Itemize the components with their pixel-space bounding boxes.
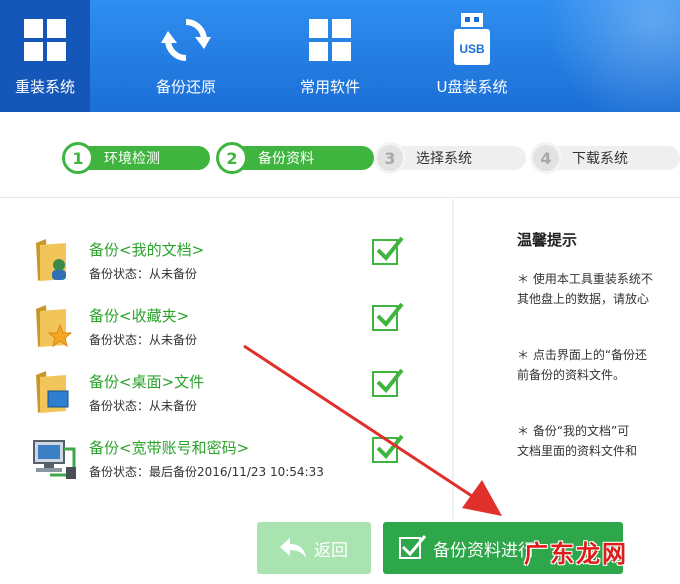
nav-label: 常用软件 bbox=[299, 78, 360, 96]
step-backup-data: 2 备份资料 bbox=[216, 142, 374, 174]
tip-line: 文档里面的资料文件和 bbox=[517, 444, 638, 458]
backup-item-list: 备份<我的文档> 备份状态：从未备份 备份<收藏夹> 备份状态：从未备份 备份<… bbox=[0, 199, 450, 509]
back-arrow-icon bbox=[280, 538, 306, 558]
windows-icon bbox=[19, 14, 71, 66]
tips-title: 温馨提示 bbox=[517, 231, 578, 249]
usb-icon: USB bbox=[446, 13, 498, 66]
step-download-system: 4 下载系统 bbox=[530, 142, 680, 174]
backup-item-status: 备份状态：从未备份 bbox=[89, 333, 198, 347]
nav-sheen-decoration bbox=[500, 0, 680, 112]
nav-item-reinstall-system[interactable]: 重装系统 bbox=[0, 0, 90, 112]
checkmark-icon bbox=[376, 302, 404, 327]
nav-label: U盘装系统 bbox=[436, 78, 508, 96]
tip-line: ＊ 使用本工具重装系统不 bbox=[517, 272, 653, 286]
step-number: 3 bbox=[374, 142, 406, 174]
step-label: 下载系统 bbox=[572, 151, 628, 167]
checkbox-icon bbox=[399, 535, 427, 559]
backup-data-button-label: 备份资料进行 bbox=[433, 540, 535, 561]
watermark-text: 广东龙网 bbox=[524, 540, 628, 568]
backup-item-favorites: 备份<收藏夹> 备份状态：从未备份 bbox=[0, 301, 450, 367]
tip-line: 其他盘上的数据，请放心 bbox=[517, 292, 650, 306]
step-label: 环境检测 bbox=[104, 151, 160, 167]
backup-item-broadband-account: 备份<宽带账号和密码> 备份状态：最后备份2016/11/23 10:54:33 bbox=[0, 433, 450, 499]
backup-item-checkbox[interactable] bbox=[372, 236, 404, 265]
nav-item-backup-restore[interactable]: 备份还原 bbox=[140, 0, 232, 112]
backup-item-my-documents: 备份<我的文档> 备份状态：从未备份 bbox=[0, 235, 450, 301]
nav-item-usb-install[interactable]: USB U盘装系统 bbox=[420, 0, 524, 112]
backup-item-desktop: 备份<桌面>文件 备份状态：从未备份 bbox=[0, 367, 450, 433]
step-number: 2 bbox=[216, 142, 248, 174]
backup-item-title: 备份<我的文档> bbox=[89, 241, 205, 259]
checkmark-icon bbox=[376, 368, 404, 393]
desktop-folder-icon bbox=[30, 371, 74, 415]
checkmark-icon bbox=[376, 236, 404, 261]
step-number: 1 bbox=[62, 142, 94, 174]
network-computer-icon bbox=[30, 437, 76, 481]
my-documents-folder-icon bbox=[30, 239, 74, 283]
step-label: 备份资料 bbox=[258, 151, 314, 167]
backup-item-status: 备份状态：最后备份2016/11/23 10:54:33 bbox=[89, 465, 324, 479]
usb-badge-text: USB bbox=[459, 42, 485, 56]
backup-item-title: 备份<宽带账号和密码> bbox=[89, 439, 250, 457]
nav-label: 重装系统 bbox=[14, 78, 75, 96]
backup-item-title: 备份<桌面>文件 bbox=[89, 373, 205, 391]
step-label: 选择系统 bbox=[416, 151, 472, 167]
tip-line: ＊ 备份“我的文档”可 bbox=[517, 424, 630, 438]
backup-item-checkbox[interactable] bbox=[372, 434, 404, 463]
nav-label: 备份还原 bbox=[155, 78, 216, 96]
apps-grid-icon bbox=[304, 14, 356, 66]
top-nav-bar: 重装系统 备份还原 常用软件 USB U盘装系统 bbox=[0, 0, 680, 112]
nav-item-common-software[interactable]: 常用软件 bbox=[284, 0, 376, 112]
backup-item-status: 备份状态：从未备份 bbox=[89, 267, 198, 281]
backup-item-title: 备份<收藏夹> bbox=[89, 307, 190, 325]
favorites-folder-icon bbox=[30, 305, 74, 349]
tips-panel: 温馨提示 ＊ 使用本工具重装系统不 其他盘上的数据，请放心 ＊ 点击界面上的“备… bbox=[455, 199, 680, 519]
backup-item-status: 备份状态：从未备份 bbox=[89, 399, 198, 413]
step-select-system: 3 选择系统 bbox=[374, 142, 526, 174]
step-environment-check: 1 环境检测 bbox=[62, 142, 210, 174]
backup-item-checkbox[interactable] bbox=[372, 302, 404, 331]
step-number: 4 bbox=[530, 142, 562, 174]
panel-divider bbox=[452, 199, 454, 519]
tip-line: 前备份的资料文件。 bbox=[517, 368, 626, 382]
refresh-icon bbox=[160, 14, 212, 66]
step-progress-bar: 1 环境检测 2 备份资料 3 选择系统 4 下载系统 bbox=[0, 112, 680, 198]
back-button[interactable]: 返回 bbox=[257, 522, 371, 574]
checkmark-icon bbox=[376, 434, 404, 459]
backup-item-checkbox[interactable] bbox=[372, 368, 404, 397]
tip-line: ＊ 点击界面上的“备份还 bbox=[517, 348, 648, 362]
back-button-label: 返回 bbox=[314, 540, 348, 561]
